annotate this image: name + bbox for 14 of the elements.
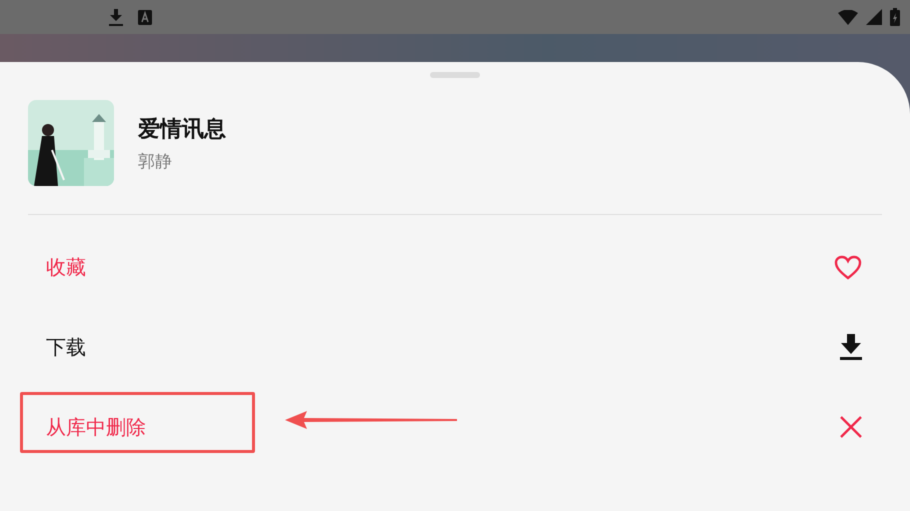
letter-icon: [138, 10, 152, 24]
song-title: 爱情讯息: [138, 116, 226, 144]
download-icon[interactable]: [840, 334, 862, 360]
battery-icon: [890, 8, 900, 26]
signal-icon: [866, 9, 882, 25]
heart-icon[interactable]: [834, 254, 862, 280]
close-icon[interactable]: [840, 416, 862, 438]
menu-item[interactable]: 下载: [46, 334, 86, 360]
menu-item[interactable]: 收藏: [46, 254, 86, 280]
artist-name: 郭静: [138, 150, 173, 172]
download-icon: [108, 8, 124, 26]
menu-item[interactable]: 从库中删除: [46, 414, 146, 440]
drag-handle[interactable]: [430, 72, 480, 78]
wifi-icon: [838, 10, 858, 24]
